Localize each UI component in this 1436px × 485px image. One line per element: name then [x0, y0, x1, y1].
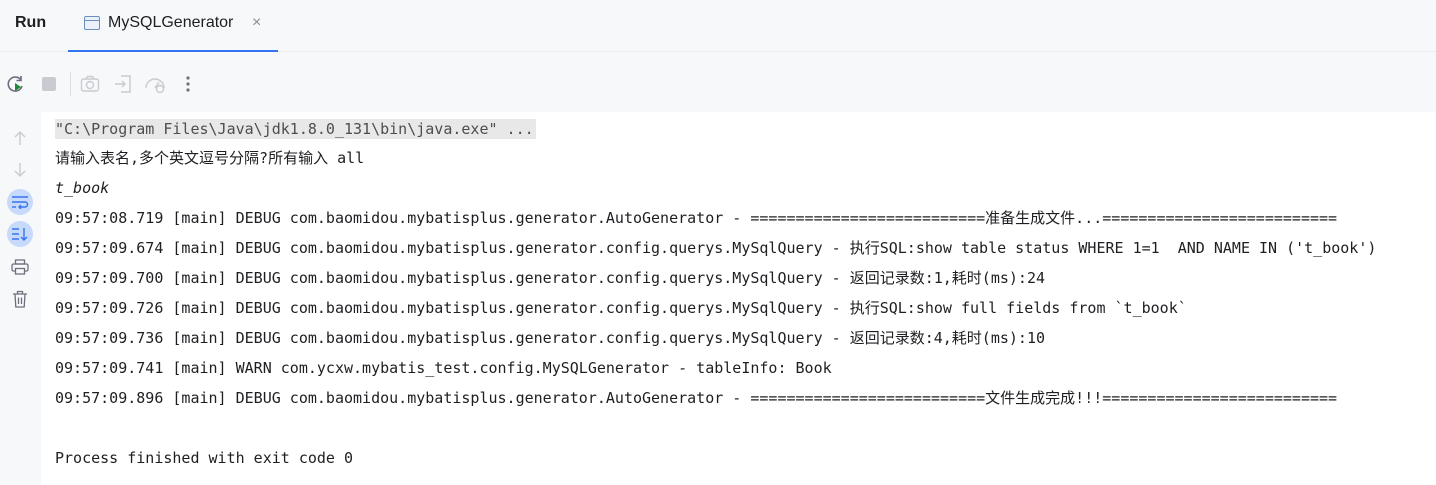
- more-icon[interactable]: [177, 73, 199, 95]
- run-toolbar: [0, 53, 1436, 111]
- command-line[interactable]: "C:\Program Files\Java\jdk1.8.0_131\bin\…: [55, 119, 536, 139]
- soft-wrap-icon[interactable]: [7, 189, 33, 215]
- console-line: 09:57:09.726 [main] DEBUG com.baomidou.m…: [55, 299, 1187, 317]
- console-side-toolbar: [0, 112, 40, 485]
- exit-icon[interactable]: [112, 73, 134, 95]
- console-line: 09:57:09.700 [main] DEBUG com.baomidou.m…: [55, 269, 1046, 287]
- console-line: 09:57:09.674 [main] DEBUG com.baomidou.m…: [55, 239, 1377, 257]
- console-line: 09:57:09.896 [main] DEBUG com.baomidou.m…: [55, 389, 1338, 407]
- rerun-icon[interactable]: [5, 73, 27, 95]
- console-line: 09:57:08.719 [main] DEBUG com.baomidou.m…: [55, 209, 1338, 227]
- user-input-line: t_book: [55, 179, 110, 197]
- toolbar-separator: [70, 72, 71, 96]
- clear-icon[interactable]: [7, 286, 33, 312]
- console-output[interactable]: "C:\Program Files\Java\jdk1.8.0_131\bin\…: [41, 112, 1436, 485]
- tab-label: MySQLGenerator: [108, 14, 234, 31]
- console-line: 请输入表名,多个英文逗号分隔?所有输入 all: [55, 149, 365, 167]
- stop-icon[interactable]: [38, 73, 60, 95]
- close-icon[interactable]: ×: [252, 13, 261, 33]
- print-icon[interactable]: [7, 254, 33, 280]
- run-tool-window-title[interactable]: Run: [15, 14, 46, 32]
- tool-window-header: Run MySQLGenerator ×: [0, 0, 1436, 52]
- exit-message: Process finished with exit code 0: [55, 449, 354, 467]
- scroll-to-end-icon[interactable]: [7, 221, 33, 247]
- screenshot-icon[interactable]: [79, 73, 101, 95]
- console-line: 09:57:09.736 [main] DEBUG com.baomidou.m…: [55, 329, 1046, 347]
- run-config-icon: [84, 16, 100, 30]
- scroll-down-icon[interactable]: [7, 157, 33, 183]
- profiler-icon[interactable]: [144, 73, 166, 95]
- tab-mysqlgenerator[interactable]: MySQLGenerator ×: [68, 0, 278, 52]
- scroll-up-icon[interactable]: [7, 125, 33, 151]
- console-line: 09:57:09.741 [main] WARN com.ycxw.mybati…: [55, 359, 832, 377]
